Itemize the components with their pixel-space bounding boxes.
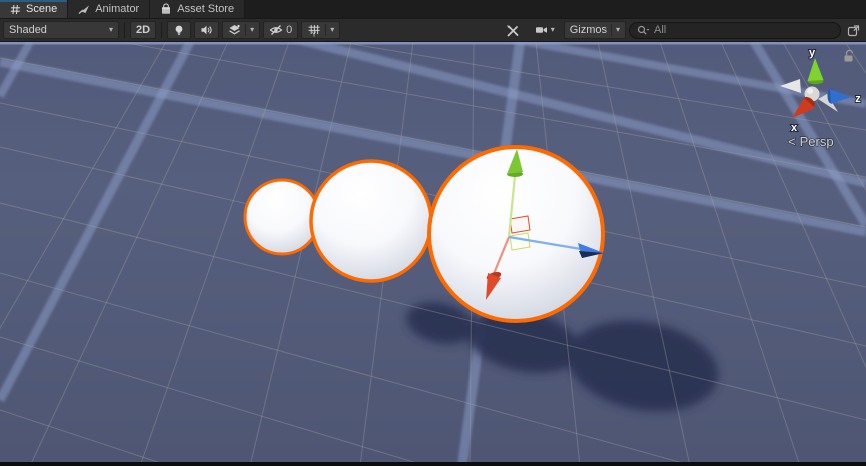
scene-effects-button[interactable]: ▾ <box>222 21 260 39</box>
gizmos-dropdown[interactable]: Gizmos ▾ <box>564 21 626 39</box>
chevron-down-icon[interactable]: ▾ <box>330 26 334 34</box>
tab-label: Asset Store <box>177 3 234 15</box>
tab-scene[interactable]: Scene <box>0 0 68 18</box>
light-bulb-icon <box>173 24 185 37</box>
tab-bar: Scene Animator Asset Store <box>0 0 866 18</box>
chevron-down-icon[interactable]: ▾ <box>551 26 555 34</box>
scene-grid-icon <box>10 4 21 15</box>
button-divider <box>245 24 246 36</box>
shopping-bag-icon <box>160 3 172 15</box>
axis-center-highlight <box>807 88 813 94</box>
chevron-down-icon: ▾ <box>109 26 113 34</box>
unity-editor-window: Scene Animator Asset Store <box>0 0 866 466</box>
2d-label: 2D <box>136 24 150 36</box>
speaker-icon <box>200 24 213 36</box>
chevron-down-icon[interactable]: ▾ <box>616 26 620 34</box>
gizmos-label: Gizmos <box>570 24 607 36</box>
tab-bar-empty <box>245 0 866 18</box>
tab-label: Scene <box>26 3 57 15</box>
scene-viewport[interactable]: y z x <Persp <box>0 42 866 462</box>
sphere-object[interactable] <box>311 161 431 281</box>
projection-mode-label[interactable]: <Persp <box>788 134 834 149</box>
sphere-object[interactable] <box>245 180 319 254</box>
button-divider <box>611 24 612 36</box>
toolbar-divider <box>124 22 125 38</box>
button-divider <box>325 24 326 36</box>
tab-animator[interactable]: Animator <box>68 0 150 18</box>
animator-icon <box>78 4 90 15</box>
maximize-window-button[interactable] <box>844 21 863 39</box>
chevron-down-icon[interactable]: ▾ <box>250 26 254 34</box>
scene-audio-button[interactable] <box>194 21 219 39</box>
tab-asset-store[interactable]: Asset Store <box>150 0 245 18</box>
pop-out-icon <box>847 24 860 37</box>
search-input[interactable] <box>654 24 833 36</box>
scene-camera-button[interactable]: ▾ <box>529 21 561 39</box>
axis-z-label: z <box>855 93 861 105</box>
tab-label: Animator <box>95 3 139 15</box>
draw-mode-label: Shaded <box>9 24 47 36</box>
axis-y-label: y <box>809 47 816 59</box>
scene-lighting-button[interactable] <box>167 21 191 39</box>
axis-x-label: x <box>791 122 798 134</box>
move-gizmo-plane-xz[interactable] <box>510 233 530 250</box>
component-tools-button[interactable] <box>500 21 526 39</box>
eye-off-icon <box>269 24 283 36</box>
scene-toolbar: Shaded ▾ 2D <box>0 18 866 42</box>
grid-axis-icon: Y <box>307 24 321 37</box>
svg-text:Y: Y <box>312 31 317 37</box>
toolbar-divider <box>161 22 162 38</box>
effects-layers-icon <box>228 24 241 36</box>
wrench-screwdriver-icon <box>506 24 520 37</box>
search-icon <box>637 25 650 36</box>
draw-mode-dropdown[interactable]: Shaded ▾ <box>3 21 119 39</box>
video-camera-icon <box>535 24 548 36</box>
scene-search-field[interactable] <box>629 22 841 39</box>
move-gizmo-plane-xy[interactable] <box>510 216 530 233</box>
scene-visibility-button[interactable]: 0 <box>263 21 298 39</box>
hidden-objects-count: 0 <box>286 24 292 36</box>
grid-visibility-button[interactable]: Y ▾ <box>301 21 340 39</box>
2d-toggle-button[interactable]: 2D <box>130 21 156 39</box>
window-bottom-edge <box>0 462 866 466</box>
